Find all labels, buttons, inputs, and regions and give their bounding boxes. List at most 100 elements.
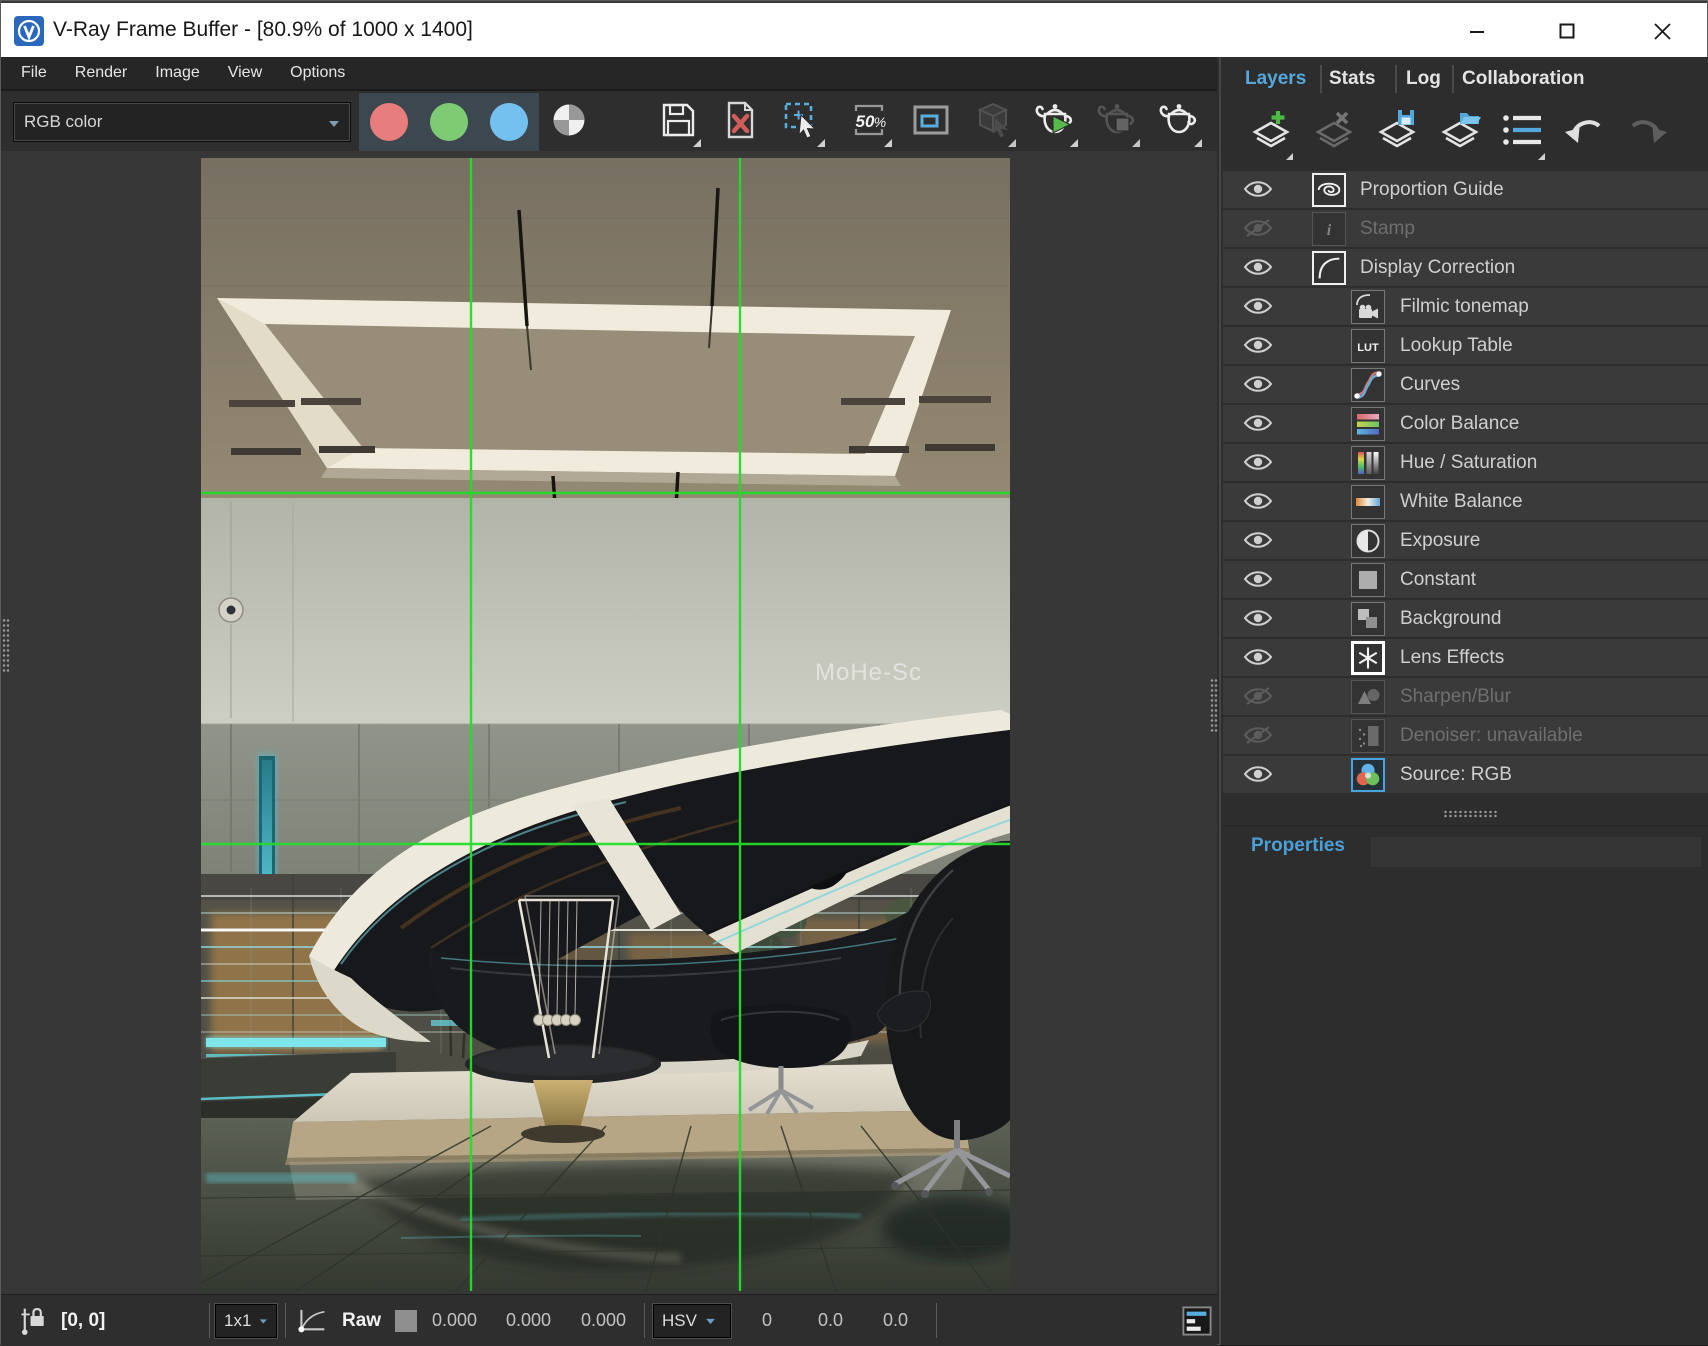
button-menu-arrow[interactable] xyxy=(1132,139,1140,147)
eye-visible-icon[interactable] xyxy=(1243,413,1273,433)
delete-layer-button[interactable] xyxy=(1308,106,1360,158)
eye-visible-icon[interactable] xyxy=(1243,647,1273,667)
zoom-50-button[interactable]: 50% xyxy=(844,96,894,148)
button-menu-arrow[interactable] xyxy=(1070,139,1078,147)
tab-layers[interactable]: Layers xyxy=(1245,57,1306,101)
green-channel-button[interactable] xyxy=(419,93,479,151)
layer-row-white-balance[interactable]: White Balance xyxy=(1223,483,1708,520)
layer-row-sharpen-blur[interactable]: Sharpen/Blur xyxy=(1223,678,1708,715)
maximize-button[interactable] xyxy=(1545,10,1589,52)
menu-options[interactable]: Options xyxy=(276,57,359,89)
lut-icon[interactable]: LUT xyxy=(1351,329,1385,363)
save-layers-button[interactable] xyxy=(1371,106,1423,158)
minimize-button[interactable] xyxy=(1455,10,1499,52)
colorspace-dropdown[interactable]: HSV xyxy=(653,1304,731,1338)
render-last-button[interactable] xyxy=(968,96,1018,148)
pixel-zoom-dropdown[interactable]: 1x1 xyxy=(215,1304,277,1338)
region-render-button[interactable] xyxy=(777,96,827,148)
menu-image[interactable]: Image xyxy=(141,57,213,89)
redo-button[interactable] xyxy=(1620,106,1672,158)
eye-visible-icon[interactable] xyxy=(1243,491,1273,511)
filmic-tonemap-icon[interactable] xyxy=(1351,290,1385,324)
proportion-guide-icon[interactable] xyxy=(1312,173,1346,207)
exposure-icon[interactable] xyxy=(1351,524,1385,558)
color-balance-icon[interactable] xyxy=(1351,407,1385,441)
pixel-probe-lock-icon[interactable] xyxy=(19,1295,47,1346)
layer-row-lookup-table[interactable]: LUTLookup Table xyxy=(1223,327,1708,364)
layer-row-constant[interactable]: Constant xyxy=(1223,561,1708,598)
layer-row-denoiser-unavailable[interactable]: Denoiser: unavailable xyxy=(1223,717,1708,754)
region-frame-button[interactable] xyxy=(906,96,956,148)
button-menu-arrow[interactable] xyxy=(1008,139,1016,147)
eye-hidden-icon[interactable] xyxy=(1243,725,1273,745)
button-menu-arrow[interactable] xyxy=(884,139,892,147)
white-balance-icon[interactable] xyxy=(1351,485,1385,519)
eye-visible-icon[interactable] xyxy=(1243,452,1273,472)
eye-visible-icon[interactable] xyxy=(1243,296,1273,316)
tab-collaboration[interactable]: Collaboration xyxy=(1462,57,1584,101)
eye-visible-icon[interactable] xyxy=(1243,179,1273,199)
layer-row-curves[interactable]: Curves xyxy=(1223,366,1708,403)
constant-icon[interactable] xyxy=(1351,563,1385,597)
menu-view[interactable]: View xyxy=(214,57,276,89)
panel-splitter-handle[interactable] xyxy=(1210,678,1218,734)
blue-channel-button[interactable] xyxy=(479,93,539,151)
hue-saturation-icon[interactable] xyxy=(1351,446,1385,480)
lens-effects-icon[interactable] xyxy=(1351,641,1385,675)
layer-row-display-correction[interactable]: Display Correction xyxy=(1223,249,1708,286)
tab-stats[interactable]: Stats xyxy=(1329,57,1375,101)
button-menu-arrow[interactable] xyxy=(817,139,825,147)
undo-button[interactable] xyxy=(1560,106,1612,158)
tab-log[interactable]: Log xyxy=(1406,57,1441,101)
eye-visible-icon[interactable] xyxy=(1243,335,1273,355)
eye-visible-icon[interactable] xyxy=(1243,530,1273,550)
display-correction-icon[interactable] xyxy=(1312,251,1346,285)
button-menu-arrow[interactable] xyxy=(1286,153,1293,160)
list-view-button[interactable] xyxy=(1497,106,1549,158)
close-button[interactable] xyxy=(1640,10,1684,52)
source-rgb-icon[interactable] xyxy=(1351,758,1385,792)
layer-row-source-rgb[interactable]: Source: RGB xyxy=(1223,756,1708,793)
clear-image-button[interactable] xyxy=(715,96,765,148)
curves-icon[interactable] xyxy=(1351,368,1385,402)
eye-visible-icon[interactable] xyxy=(1243,569,1273,589)
properties-header[interactable]: Properties xyxy=(1251,835,1345,857)
save-image-button[interactable] xyxy=(653,96,703,148)
layer-row-filmic-tonemap[interactable]: Filmic tonemap xyxy=(1223,288,1708,325)
left-edge-drag-handle[interactable] xyxy=(2,618,10,674)
menu-render[interactable]: Render xyxy=(61,57,141,89)
add-layer-button[interactable] xyxy=(1245,106,1297,158)
eye-hidden-icon[interactable] xyxy=(1243,218,1273,238)
layer-row-lens-effects[interactable]: Lens Effects xyxy=(1223,639,1708,676)
alpha-channel-button[interactable] xyxy=(539,93,599,151)
image-viewport[interactable]: MoHe-Sc xyxy=(1,151,1217,1294)
stop-render-button[interactable] xyxy=(1092,96,1142,148)
layer-row-hue-saturation[interactable]: Hue / Saturation xyxy=(1223,444,1708,481)
red-channel-button[interactable] xyxy=(359,93,419,151)
load-layers-button[interactable] xyxy=(1434,106,1486,158)
button-menu-arrow[interactable] xyxy=(1194,139,1202,147)
eye-visible-icon[interactable] xyxy=(1243,374,1273,394)
channel-dropdown[interactable]: RGB color xyxy=(13,102,351,142)
eye-visible-icon[interactable] xyxy=(1243,764,1273,784)
background-icon[interactable] xyxy=(1351,602,1385,636)
menu-file[interactable]: File xyxy=(7,57,61,89)
eye-visible-icon[interactable] xyxy=(1243,608,1273,628)
layer-row-color-balance[interactable]: Color Balance xyxy=(1223,405,1708,442)
rendered-image[interactable]: MoHe-Sc xyxy=(201,158,1010,1291)
sharpen-blur-icon[interactable] xyxy=(1351,680,1385,714)
button-menu-arrow[interactable] xyxy=(1538,153,1545,160)
start-render-button[interactable] xyxy=(1030,96,1080,148)
layer-row-stamp[interactable]: iStamp xyxy=(1223,210,1708,247)
denoiser-icon[interactable] xyxy=(1351,719,1385,753)
stamp-icon[interactable]: i xyxy=(1312,212,1346,246)
last-render-button[interactable] xyxy=(1154,96,1204,148)
button-menu-arrow[interactable] xyxy=(693,139,701,147)
histogram-button[interactable] xyxy=(1182,1295,1212,1346)
layer-row-proportion-guide[interactable]: Proportion Guide xyxy=(1223,171,1708,208)
layer-row-background[interactable]: Background xyxy=(1223,600,1708,637)
properties-splitter-handle[interactable] xyxy=(1443,810,1499,818)
layer-row-exposure[interactable]: Exposure xyxy=(1223,522,1708,559)
eye-hidden-icon[interactable] xyxy=(1243,686,1273,706)
eye-visible-icon[interactable] xyxy=(1243,257,1273,277)
